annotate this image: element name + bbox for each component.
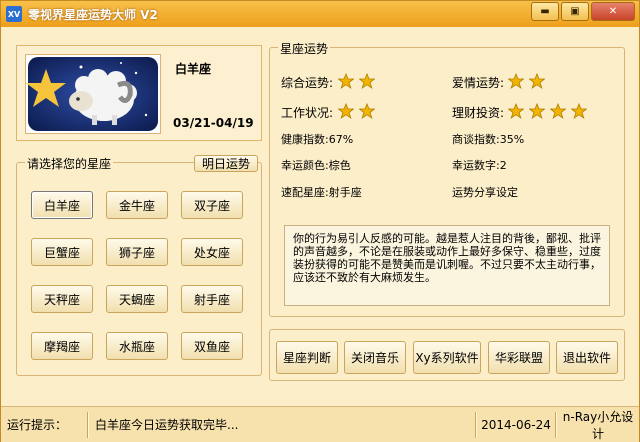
star-icon (507, 102, 525, 122)
xy-software-button[interactable]: Xy系列软件 (413, 341, 481, 374)
star-icon (337, 72, 355, 92)
finance-label: 理财投资: (452, 106, 505, 120)
overall-stars (337, 72, 376, 92)
health-index: 健康指数:67% (281, 133, 354, 146)
star-icon (358, 102, 376, 122)
sign-button-capricorn[interactable]: 摩羯座 (31, 332, 93, 360)
overall-label: 综合运势: (281, 76, 334, 90)
action-bar: 星座判断 关闭音乐 Xy系列软件 华彩联盟 退出软件 (269, 329, 625, 381)
exit-software-button[interactable]: 退出软件 (556, 341, 618, 374)
sign-button-gemini[interactable]: 双子座 (181, 191, 243, 219)
minimize-button[interactable]: ▬ (531, 2, 559, 21)
sign-button-libra[interactable]: 天秤座 (31, 285, 93, 313)
sign-button-virgo[interactable]: 处女座 (181, 238, 243, 266)
sign-button-pisces[interactable]: 双鱼座 (181, 332, 243, 360)
sign-dates: 03/21-04/19 (173, 116, 254, 130)
maximize-button[interactable]: ▣ (561, 2, 589, 21)
status-message: 白羊座今日运势获取完毕... (95, 418, 239, 432)
app-icon: XV (6, 6, 22, 22)
sign-button-aquarius[interactable]: 水瓶座 (106, 332, 168, 360)
status-label: 运行提示： (7, 418, 68, 432)
fortune-label: 星座运势 (278, 40, 331, 57)
star-icon (358, 72, 376, 92)
status-credit: n-Ray小允设计 (562, 409, 634, 441)
sign-button-cancer[interactable]: 巨蟹座 (31, 238, 93, 266)
sign-button-sagittarius[interactable]: 射手座 (181, 285, 243, 313)
sign-select-label: 请选择您的星座 (25, 155, 114, 172)
aries-sheep-illustration (26, 57, 158, 131)
title-bar[interactable]: XV 零视界星座运势大师 V2 ▬ ▣ ✕ (1, 1, 639, 27)
sign-info-panel: 白羊座 03/21-04/19 (16, 45, 262, 141)
star-icon (507, 72, 525, 92)
sign-image (25, 54, 161, 134)
lucky-number: 幸运数字:2 (452, 159, 507, 172)
status-date: 2014-06-24 (481, 417, 551, 432)
negotiation-index: 商谈指数:35% (452, 133, 525, 146)
sign-button-scorpio[interactable]: 天蝎座 (106, 285, 168, 313)
finance-stars (507, 102, 588, 122)
sign-judge-button[interactable]: 星座判断 (276, 341, 338, 374)
sign-button-aries[interactable]: 白羊座 (31, 191, 93, 219)
close-button[interactable]: ✕ (591, 2, 635, 21)
tomorrow-fortune-button[interactable]: 明日运势 (194, 155, 258, 172)
star-icon (549, 102, 567, 122)
star-icon (528, 102, 546, 122)
window-title: 零视界星座运势大师 V2 (28, 7, 158, 22)
sign-button-leo[interactable]: 狮子座 (106, 238, 168, 266)
share-settings[interactable]: 运势分享设定 (452, 184, 518, 200)
huacai-alliance-button[interactable]: 华彩联盟 (488, 341, 550, 374)
close-music-button[interactable]: 关闭音乐 (344, 341, 406, 374)
lucky-color: 幸运颜色:棕色 (281, 159, 351, 172)
sign-button-taurus[interactable]: 金牛座 (106, 191, 168, 219)
match-sign: 速配星座:射手座 (281, 186, 362, 199)
star-icon (570, 102, 588, 122)
work-stars (337, 102, 376, 122)
sign-name: 白羊座 (175, 62, 212, 76)
work-label: 工作状况: (281, 106, 334, 120)
star-icon (337, 102, 355, 122)
fortune-group: 星座运势 综合运势: 爱情运势: 工作状况: 理财投资: 健康指数:67% 商谈… (269, 40, 625, 317)
star-icon (528, 72, 546, 92)
status-bar: 运行提示： 白羊座今日运势获取完毕... 2014-06-24 n-Ray小允设… (1, 406, 639, 442)
love-stars (507, 72, 546, 92)
love-label: 爱情运势: (452, 76, 505, 90)
app-window: XV 零视界星座运势大师 V2 ▬ ▣ ✕ 白羊座 03/21-04/19 请选… (0, 0, 640, 442)
sign-select-group: 请选择您的星座 明日运势 白羊座 金牛座 双子座巨蟹座 狮子座 处女座天秤座 天蝎座 射手座… (16, 155, 262, 376)
fortune-description: 你的行为易引人反感的可能。越是惹人注目的背後，鄙视、批评的声音越多，不论是在服装… (284, 225, 610, 306)
